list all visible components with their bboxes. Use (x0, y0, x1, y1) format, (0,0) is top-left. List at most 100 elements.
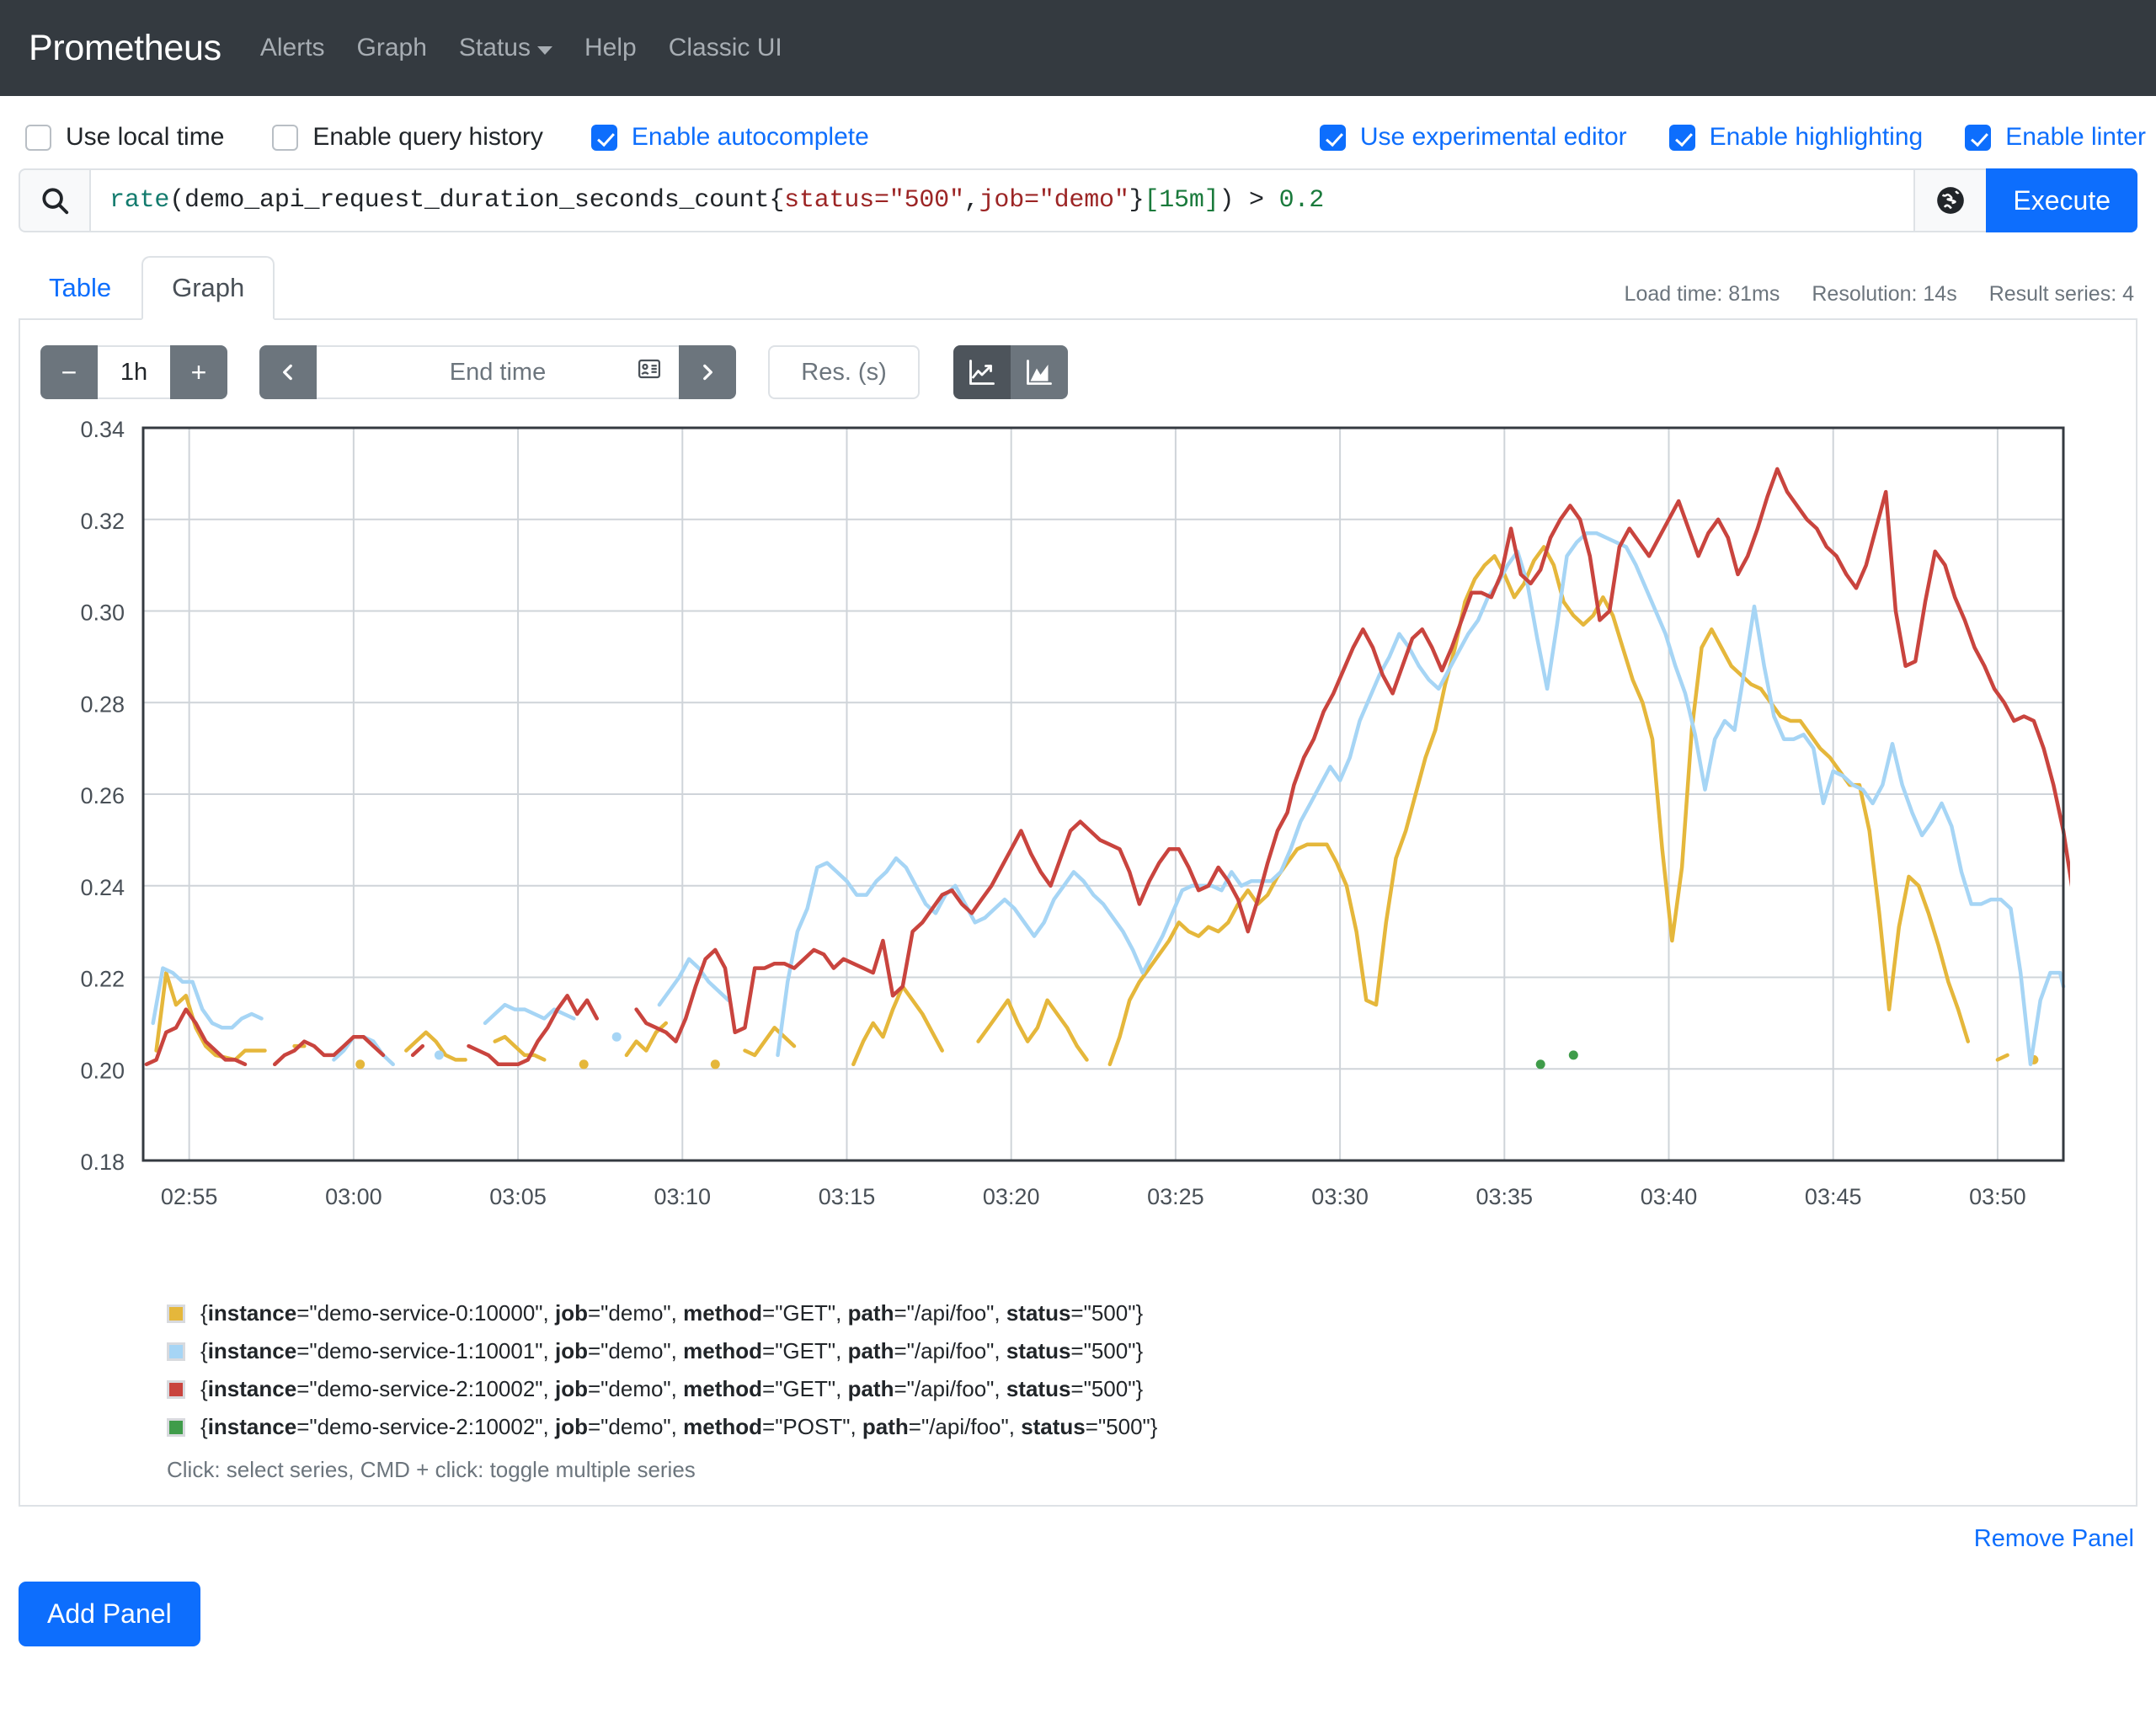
option-enable-query-history[interactable]: Enable query history (272, 123, 543, 152)
add-panel-row: Add Panel (19, 1582, 2156, 1646)
nav-link-classic-ui[interactable]: Classic UI (669, 34, 782, 62)
query-token-plain: (demo_api_request_duration_seconds_count… (169, 186, 785, 215)
option-use-local-time-label: Use local time (66, 123, 225, 151)
resolution: Resolution: 14s (1812, 282, 1957, 306)
legend-item[interactable]: {instance="demo-service-2:10002", job="d… (167, 1414, 2116, 1440)
series-point[interactable] (579, 1059, 589, 1070)
legend-color-swatch (167, 1342, 185, 1361)
checkbox-use-local-time[interactable] (25, 124, 51, 151)
checkbox-use-experimental-editor[interactable] (1319, 124, 1346, 151)
checkbox-enable-query-history[interactable] (272, 124, 299, 151)
series-line[interactable] (743, 1026, 797, 1058)
series-line[interactable] (976, 998, 1089, 1062)
nav-link-help[interactable]: Help (584, 34, 637, 62)
nav-link-status[interactable]: Status (459, 34, 552, 62)
add-panel-button[interactable]: Add Panel (19, 1582, 200, 1646)
series-line[interactable] (1107, 545, 1971, 1067)
x-axis-tick-label: 02:55 (161, 1184, 218, 1209)
checkbox-enable-highlighting[interactable] (1668, 124, 1695, 151)
option-enable-linter-label: Enable linter (2005, 123, 2146, 151)
series-line[interactable] (1995, 1053, 2009, 1062)
nav-link-graph-label: Graph (356, 34, 427, 61)
series-point[interactable] (1535, 1059, 1545, 1070)
nav-link-status-label: Status (458, 34, 531, 61)
range-decrease-button[interactable]: − (40, 345, 98, 399)
series-line[interactable] (634, 467, 2070, 1043)
option-enable-autocomplete-label: Enable autocomplete (631, 123, 869, 151)
tab-table[interactable]: Table (19, 256, 141, 320)
x-axis-tick-label: 03:40 (1641, 1184, 1698, 1209)
execute-button[interactable]: Execute (1986, 168, 2137, 232)
query-meta: Load time: 81ms Resolution: 14s Result s… (1625, 282, 2134, 307)
end-time-group: End time (259, 345, 736, 399)
tab-graph[interactable]: Graph (141, 256, 275, 320)
legend-color-swatch (167, 1417, 185, 1437)
series-line[interactable] (332, 1034, 395, 1067)
series-point[interactable] (1568, 1050, 1578, 1060)
search-icon (19, 168, 89, 232)
y-axis-tick-label: 0.18 (80, 1150, 125, 1175)
legend-hint: Click: select series, CMD + click: toggl… (167, 1457, 696, 1482)
x-axis-tick-label: 03:10 (654, 1184, 711, 1209)
option-enable-highlighting[interactable]: Enable highlighting (1668, 123, 1924, 152)
resolution-input[interactable]: Res. (s) (768, 345, 920, 399)
legend-color-swatch (167, 1379, 185, 1399)
option-use-experimental-editor[interactable]: Use experimental editor (1319, 123, 1627, 152)
y-axis-tick-label: 0.24 (80, 875, 125, 900)
legend-series-label: {instance="demo-service-1:10001", job="d… (200, 1338, 1144, 1363)
y-axis-tick-label: 0.22 (80, 967, 125, 992)
checkbox-enable-autocomplete[interactable] (590, 124, 617, 151)
nav-link-alerts[interactable]: Alerts (260, 34, 325, 62)
series-line[interactable] (272, 1034, 386, 1067)
brand-logo[interactable]: Prometheus (29, 28, 221, 69)
nav-link-classic-ui-label: Classic UI (668, 34, 782, 61)
x-axis-tick-label: 03:15 (819, 1184, 876, 1209)
chevron-down-icon (536, 45, 552, 55)
query-input[interactable]: rate(demo_api_request_duration_seconds_c… (89, 168, 1914, 232)
query-expression: rate(demo_api_request_duration_seconds_c… (109, 186, 1324, 215)
series-line[interactable] (851, 984, 944, 1067)
query-token-plain: } (1129, 186, 1145, 215)
legend-series-label: {instance="demo-service-0:10000", job="d… (200, 1300, 1144, 1326)
globe-icon[interactable] (1913, 168, 1987, 232)
area-chart-icon[interactable] (1011, 345, 1068, 399)
series-point[interactable] (355, 1059, 366, 1070)
series-line[interactable] (410, 1043, 425, 1058)
y-axis-tick-label: 0.28 (80, 691, 125, 717)
legend-item[interactable]: {instance="demo-service-1:10001", job="d… (167, 1338, 2116, 1364)
option-use-local-time[interactable]: Use local time (25, 123, 224, 152)
calendar-icon[interactable] (637, 356, 662, 388)
series-line[interactable] (776, 531, 2066, 1067)
y-axis-tick-label: 0.20 (80, 1058, 125, 1083)
series-point[interactable] (611, 1032, 622, 1042)
series-point[interactable] (710, 1059, 720, 1070)
tabs-row: Table Graph Load time: 81ms Resolution: … (19, 256, 2137, 320)
option-enable-autocomplete[interactable]: Enable autocomplete (590, 123, 869, 152)
line-chart-icon[interactable] (953, 345, 1011, 399)
query-token-plain: , (963, 186, 979, 215)
remove-panel-button[interactable]: Remove Panel (1974, 1525, 2134, 1552)
x-axis-tick-label: 03:25 (1147, 1184, 1204, 1209)
series-point[interactable] (434, 1050, 444, 1060)
option-use-experimental-editor-label: Use experimental editor (1359, 123, 1627, 151)
checkbox-enable-linter[interactable] (1965, 124, 1992, 151)
navbar: Prometheus Alerts Graph Status Help Clas… (0, 0, 2156, 96)
chart-area[interactable]: 0.18 0.20 0.22 0.24 0.26 0.28 0.30 0.32 0.34 02:5… (40, 421, 2116, 1288)
series-line[interactable] (467, 994, 600, 1067)
option-enable-highlighting-label: Enable highlighting (1709, 123, 1924, 151)
time-next-button[interactable] (679, 345, 736, 399)
x-axis-tick-label: 03:45 (1805, 1184, 1862, 1209)
legend-series-label: {instance="demo-service-2:10002", job="d… (200, 1376, 1144, 1401)
time-series-chart[interactable]: 0.18 0.20 0.22 0.24 0.26 0.28 0.30 0.32 0.34 02:5… (40, 421, 2070, 1288)
range-increase-button[interactable]: + (170, 345, 227, 399)
time-prev-button[interactable] (259, 345, 317, 399)
range-input[interactable]: 1h (98, 345, 170, 399)
legend-item[interactable]: {instance="demo-service-2:10002", job="d… (167, 1376, 2116, 1402)
nav-link-graph[interactable]: Graph (357, 34, 427, 62)
legend-item[interactable]: {instance="demo-service-0:10000", job="d… (167, 1300, 2116, 1326)
end-time-input[interactable]: End time (317, 345, 679, 399)
nav-links: Alerts Graph Status Help Classic UI (260, 34, 782, 62)
query-bar: rate(demo_api_request_duration_seconds_c… (19, 168, 2137, 232)
option-enable-linter[interactable]: Enable linter (1965, 123, 2146, 152)
x-axis-tick-label: 03:20 (983, 1184, 1040, 1209)
